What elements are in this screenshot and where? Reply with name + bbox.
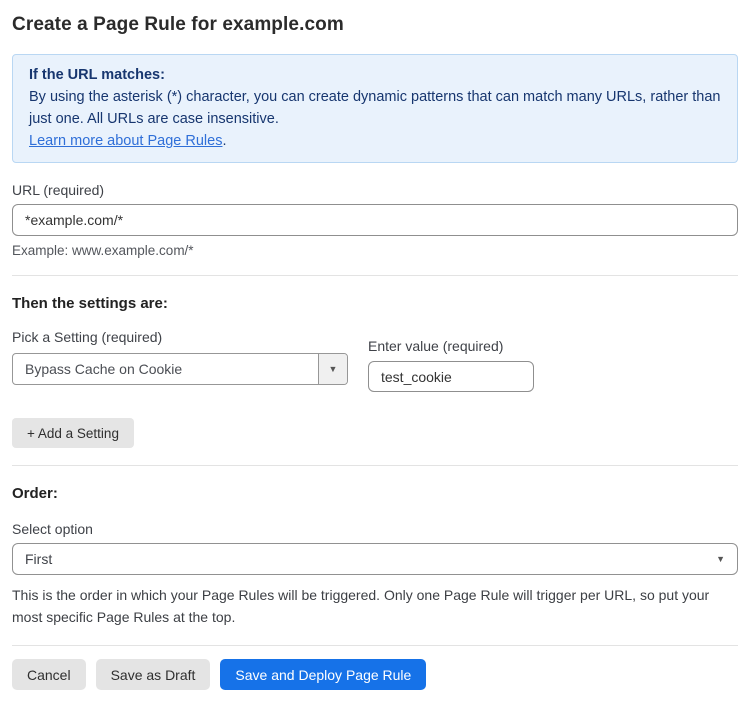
- setting-select-value: Bypass Cache on Cookie: [13, 354, 318, 384]
- url-input[interactable]: [12, 204, 738, 236]
- callout-body-text: By using the asterisk (*) character, you…: [29, 89, 721, 127]
- add-setting-button[interactable]: + Add a Setting: [12, 418, 134, 448]
- order-select[interactable]: First ▼: [12, 543, 738, 575]
- settings-heading: Then the settings are:: [12, 295, 738, 312]
- save-as-draft-button[interactable]: Save as Draft: [96, 659, 211, 690]
- cancel-button[interactable]: Cancel: [12, 659, 86, 690]
- divider-settings: [12, 275, 738, 276]
- order-select-label: Select option: [12, 521, 738, 537]
- callout-heading: If the URL matches:: [29, 64, 721, 86]
- order-select-value: First: [25, 551, 716, 567]
- caret-down-icon: ▼: [329, 365, 338, 374]
- link-suffix: .: [222, 133, 226, 149]
- callout-body: By using the asterisk (*) character, you…: [29, 86, 721, 130]
- form-actions: Cancel Save as Draft Save and Deploy Pag…: [12, 659, 738, 690]
- divider-actions: [12, 645, 738, 646]
- page-title: Create a Page Rule for example.com: [12, 14, 738, 36]
- learn-more-link[interactable]: Learn more about Page Rules: [29, 133, 222, 149]
- url-helper-text: Example: www.example.com/*: [12, 243, 738, 258]
- url-matches-callout: If the URL matches: By using the asteris…: [12, 54, 738, 163]
- order-description: This is the order in which your Page Rul…: [12, 584, 738, 628]
- setting-select-arrow-button[interactable]: ▼: [318, 354, 347, 384]
- callout-link-line: Learn more about Page Rules.: [29, 130, 721, 152]
- caret-down-icon: ▼: [716, 555, 725, 564]
- create-page-rule-form: Create a Page Rule for example.com If th…: [0, 14, 750, 690]
- value-field-label: Enter value (required): [368, 338, 534, 354]
- setting-value-column: Enter value (required): [368, 329, 534, 392]
- divider-order: [12, 465, 738, 466]
- save-and-deploy-button[interactable]: Save and Deploy Page Rule: [220, 659, 426, 690]
- url-field-label: URL (required): [12, 182, 738, 198]
- settings-row: Pick a Setting (required) Bypass Cache o…: [12, 329, 738, 392]
- setting-value-input[interactable]: [368, 361, 534, 392]
- setting-select-label: Pick a Setting (required): [12, 329, 348, 345]
- setting-select[interactable]: Bypass Cache on Cookie ▼: [12, 353, 348, 385]
- setting-select-column: Pick a Setting (required) Bypass Cache o…: [12, 329, 348, 392]
- order-heading: Order:: [12, 485, 738, 502]
